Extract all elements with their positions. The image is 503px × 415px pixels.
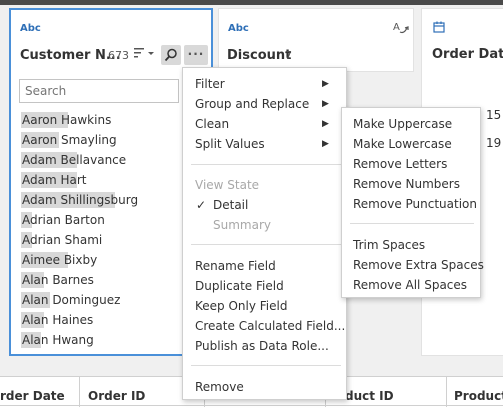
list-item-label: Adam Hart xyxy=(22,173,87,187)
column-separator xyxy=(79,377,80,407)
submenu-divider xyxy=(350,223,474,224)
submenu-item-remove-punctuation[interactable]: Remove Punctuation xyxy=(353,197,477,211)
menu-item-group-replace[interactable]: Group and Replace xyxy=(195,97,309,111)
menu-item-duplicate-field[interactable]: Duplicate Field xyxy=(195,279,284,293)
field-context-menu: Filter ▶ Group and Replace ▶ Clean ▶ Spl… xyxy=(182,67,347,400)
menu-item-detail[interactable]: Detail xyxy=(213,198,248,212)
check-icon: ✓ xyxy=(196,198,207,212)
submenu-arrow-icon: ▶ xyxy=(322,99,329,109)
column-header-order-date[interactable]: rder Date xyxy=(0,389,65,403)
list-item[interactable]: Adam Shillingsburg xyxy=(11,190,211,210)
list-item[interactable]: Alan Barnes xyxy=(11,270,211,290)
list-item[interactable]: Aaron Smayling xyxy=(11,130,211,150)
menu-item-rename-field[interactable]: Rename Field xyxy=(195,259,276,273)
submenu-arrow-icon: ▶ xyxy=(322,119,329,129)
list-item-label: Adam Bellavance xyxy=(22,153,127,167)
column-separator xyxy=(446,377,447,407)
field-name-discount: Discount xyxy=(227,48,292,63)
list-item-label: Alan Dominguez xyxy=(22,293,121,307)
menu-item-publish-data-role[interactable]: Publish as Data Role... xyxy=(195,339,329,353)
menu-item-keep-only-field[interactable]: Keep Only Field xyxy=(195,299,287,313)
order-date-value: 19 xyxy=(486,136,502,150)
menu-item-remove[interactable]: Remove xyxy=(195,380,244,394)
menu-divider xyxy=(191,244,341,245)
submenu-item-make-lowercase[interactable]: Make Lowercase xyxy=(353,137,452,151)
menu-item-clean[interactable]: Clean xyxy=(195,117,229,131)
list-item-label: Aimee Bixby xyxy=(22,253,98,267)
distinct-count: 7 xyxy=(285,49,292,62)
list-item[interactable]: Adam Hart xyxy=(11,170,211,190)
list-item-label: Alan Hwang xyxy=(22,333,94,347)
menu-divider xyxy=(191,164,341,165)
submenu-arrow-icon: ▶ xyxy=(322,139,329,149)
list-item[interactable]: Aaron Hawkins xyxy=(11,110,211,130)
list-item-label: Aaron Smayling xyxy=(22,133,117,147)
list-item[interactable]: Alan Dominguez xyxy=(11,290,211,310)
top-bar xyxy=(0,0,503,5)
menu-item-create-calculated-field[interactable]: Create Calculated Field... xyxy=(195,319,345,333)
submenu-item-remove-letters[interactable]: Remove Letters xyxy=(353,157,447,171)
string-type-label: Abc xyxy=(20,23,41,34)
menu-item-summary: Summary xyxy=(213,218,271,232)
discount-profile-card[interactable]: Abc Discount 7 A xyxy=(218,8,414,72)
list-item-label: Alan Barnes xyxy=(22,273,94,287)
list-item-label: Adrian Barton xyxy=(22,213,105,227)
column-header-product-name[interactable]: Product N xyxy=(454,389,503,403)
list-item-label: Aaron Hawkins xyxy=(22,113,112,127)
grid-row-divider xyxy=(0,405,503,406)
menu-item-filter[interactable]: Filter xyxy=(195,77,225,91)
list-item[interactable]: Adam Bellavance xyxy=(11,150,211,170)
menu-header-view-state: View State xyxy=(195,178,260,192)
more-options-button[interactable]: ··· xyxy=(184,45,208,65)
distinct-count: 673 xyxy=(108,49,129,62)
submenu-item-make-uppercase[interactable]: Make Uppercase xyxy=(353,117,452,131)
text-transform-icon[interactable]: A xyxy=(391,20,411,41)
order-date-value: 15 xyxy=(486,108,502,122)
sort-icon[interactable] xyxy=(130,46,158,65)
list-item-label: Adam Shillingsburg xyxy=(22,193,139,207)
search-input[interactable] xyxy=(19,79,179,103)
list-item-label: Alan Haines xyxy=(22,313,94,327)
svg-text:A: A xyxy=(393,22,400,33)
field-name-order-date: Order Date xyxy=(432,47,503,62)
list-item[interactable]: Aimee Bixby xyxy=(11,250,211,270)
list-item[interactable]: Alan Hwang xyxy=(11,330,211,350)
submenu-item-remove-numbers[interactable]: Remove Numbers xyxy=(353,177,460,191)
submenu-item-remove-all-spaces[interactable]: Remove All Spaces xyxy=(353,278,467,292)
submenu-item-remove-extra-spaces[interactable]: Remove Extra Spaces xyxy=(353,258,484,272)
list-item[interactable]: Alan Haines xyxy=(11,310,211,330)
submenu-arrow-icon: ▶ xyxy=(322,79,329,89)
field-name-customer: Customer N... xyxy=(20,48,121,63)
menu-item-split-values[interactable]: Split Values xyxy=(195,137,265,151)
value-list: Aaron Hawkins Aaron Smayling Adam Bellavan… xyxy=(11,110,211,350)
column-header-product-id[interactable]: duct ID xyxy=(345,389,394,403)
calendar-icon xyxy=(433,21,445,36)
list-item[interactable]: Adrian Shami xyxy=(11,230,211,250)
list-item-label: Adrian Shami xyxy=(22,233,103,247)
submenu-item-trim-spaces[interactable]: Trim Spaces xyxy=(353,238,425,252)
menu-divider xyxy=(191,365,341,366)
clean-submenu: Make Uppercase Make Lowercase Remove Let… xyxy=(341,107,484,298)
list-item[interactable]: Adrian Barton xyxy=(11,210,211,230)
string-type-label: Abc xyxy=(228,23,249,34)
search-icon[interactable] xyxy=(161,45,181,65)
column-header-order-id[interactable]: Order ID xyxy=(88,389,145,403)
